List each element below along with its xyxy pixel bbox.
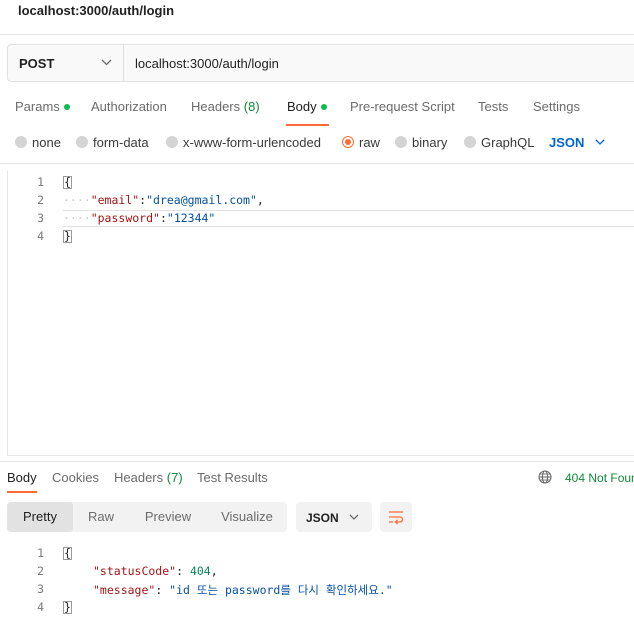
json-key: "statusCode" [93, 564, 177, 578]
request-url-bar: POST localhost:3000/auth/login [7, 44, 634, 82]
json-key: "message" [93, 583, 156, 597]
line-number: 4 [37, 600, 44, 614]
json-string: "id 또는 password를 다시 확인하세요." [169, 583, 393, 597]
title-divider [0, 34, 634, 35]
tab-settings[interactable]: Settings [533, 99, 580, 114]
response-tab-headers-label: Headers [114, 470, 164, 485]
json-comma: , [256, 193, 264, 207]
close-brace: } [63, 600, 72, 614]
tab-prerequest-script[interactable]: Pre-request Script [350, 99, 455, 114]
window-title: localhost:3000/auth/login [18, 3, 175, 18]
radio-binary-label: binary [412, 135, 448, 150]
active-response-tab-underline [7, 491, 37, 493]
json-colon: : [159, 211, 167, 225]
tab-body[interactable]: Body [287, 99, 327, 114]
line-number: 2 [37, 193, 44, 207]
code-line: "message": "id 또는 password를 다시 확인하세요." [93, 582, 393, 598]
response-tab-cookies[interactable]: Cookies [52, 470, 99, 485]
radio-form-data-label: form-data [93, 135, 149, 150]
json-comma: , [210, 564, 218, 578]
code-line: } [63, 229, 72, 243]
body-options-divider [0, 163, 634, 164]
body-language-select[interactable]: JSON [549, 135, 584, 150]
line-number: 4 [37, 229, 44, 243]
response-tab-headers[interactable]: Headers (7) [114, 470, 183, 485]
code-line: ····"email":"drea@gmail.com", [63, 193, 264, 207]
view-visualize-button[interactable]: Visualize [207, 502, 287, 532]
json-string: "12344" [166, 211, 216, 225]
code-line: { [63, 175, 72, 189]
indent-guide: ···· [63, 193, 91, 207]
globe-icon[interactable] [538, 470, 552, 484]
line-number: 1 [37, 175, 44, 189]
body-indicator-dot [320, 103, 327, 110]
line-number: 1 [37, 546, 44, 560]
radio-graphql-label: GraphQL [481, 135, 535, 150]
json-colon: : [155, 583, 170, 597]
response-view-switcher: Pretty Raw Preview Visualize [7, 502, 287, 532]
radio-none-label: none [32, 135, 61, 150]
line-number: 3 [37, 211, 44, 225]
response-status[interactable]: 404 Not Found [565, 471, 634, 485]
response-divider[interactable] [0, 461, 634, 462]
json-string: "drea@gmail.com" [146, 193, 257, 207]
method-label: POST [19, 56, 55, 71]
radio-none[interactable] [15, 136, 27, 148]
tab-tests[interactable]: Tests [478, 99, 508, 114]
code-line: ····"password":"12344" [63, 211, 215, 225]
json-key: "email" [90, 193, 140, 207]
view-preview-button[interactable]: Preview [134, 502, 202, 532]
json-number: 404 [189, 564, 211, 578]
response-format-select[interactable]: JSON [296, 502, 372, 532]
response-headers-count: (7) [166, 470, 183, 485]
wrap-lines-icon [389, 511, 404, 525]
view-pretty-button[interactable]: Pretty [7, 502, 73, 532]
open-brace: { [63, 546, 72, 560]
tab-headers[interactable]: Headers (8) [191, 99, 260, 114]
line-number: 3 [37, 582, 44, 596]
wrap-lines-button[interactable] [380, 502, 412, 532]
active-tab-underline [286, 124, 329, 126]
response-tab-body[interactable]: Body [7, 470, 37, 485]
tab-headers-label: Headers [191, 99, 241, 114]
headers-count: (8) [243, 99, 260, 114]
tab-params[interactable]: Params [15, 99, 70, 114]
chevron-down-icon [349, 514, 359, 520]
chevron-down-icon [101, 59, 112, 66]
indent-guide: ···· [63, 211, 91, 225]
json-key: "password" [90, 211, 160, 225]
line-number: 2 [37, 564, 44, 578]
chevron-down-icon[interactable] [595, 139, 605, 145]
code-line: "statusCode": 404, [93, 564, 218, 578]
tab-params-label: Params [15, 99, 60, 114]
radio-urlencoded[interactable] [166, 136, 178, 148]
method-select[interactable]: POST [8, 45, 124, 81]
radio-raw[interactable] [342, 136, 354, 148]
view-raw-button[interactable]: Raw [75, 502, 127, 532]
params-indicator-dot [63, 103, 70, 110]
response-tab-test-results[interactable]: Test Results [197, 470, 268, 485]
radio-raw-label: raw [359, 135, 380, 150]
radio-urlencoded-label: x-www-form-urlencoded [183, 135, 321, 150]
json-colon: : [176, 564, 190, 578]
radio-form-data[interactable] [76, 136, 88, 148]
open-brace: { [63, 175, 72, 189]
url-input[interactable]: localhost:3000/auth/login [135, 56, 279, 71]
radio-binary[interactable] [395, 136, 407, 148]
close-brace: } [63, 229, 72, 243]
code-line: { [63, 546, 72, 560]
code-line: } [63, 600, 72, 614]
tab-body-label: Body [287, 99, 317, 114]
response-format-label: JSON [306, 511, 339, 525]
tab-authorization[interactable]: Authorization [91, 99, 167, 114]
radio-graphql[interactable] [464, 136, 476, 148]
